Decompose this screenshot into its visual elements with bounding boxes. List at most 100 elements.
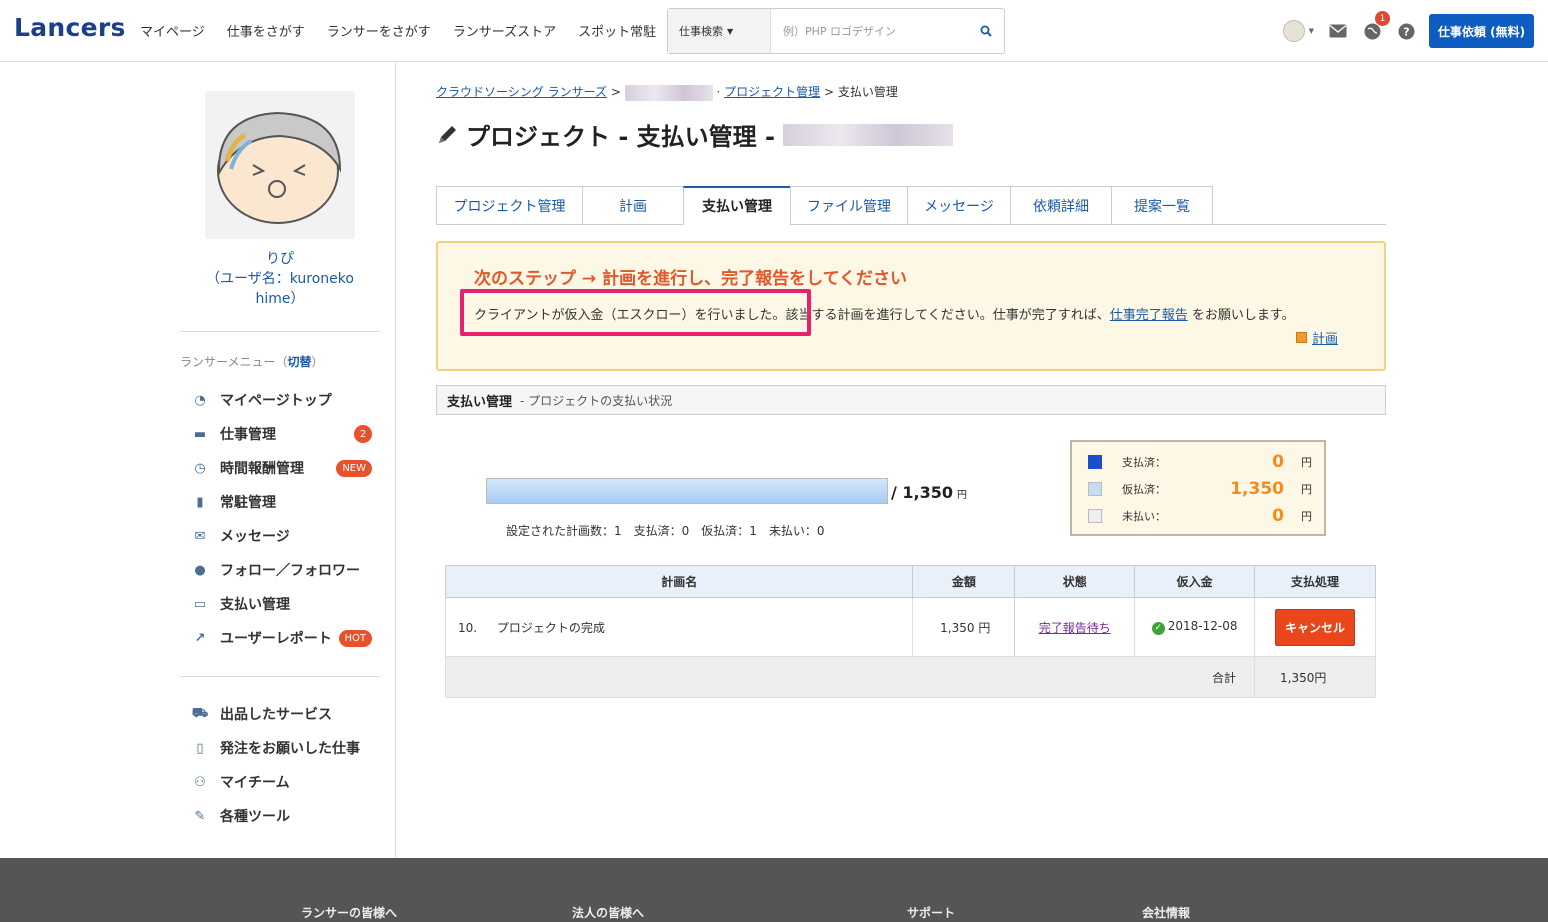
redacted-title <box>783 123 953 146</box>
plan-icon <box>1296 332 1307 343</box>
breadcrumb-root[interactable]: クラウドソーシング ランサーズ <box>436 85 607 99</box>
notification-button[interactable]: 1 <box>1362 11 1390 41</box>
file-icon: ▯ <box>196 740 204 756</box>
caret-down-icon: ▼ <box>727 26 734 36</box>
tab-messages[interactable]: メッセージ <box>907 186 1010 225</box>
menu-item-user-report[interactable]: ↗ ユーザーレポート HOT <box>190 621 380 655</box>
team-icon: ⚇ <box>194 774 206 790</box>
nav-mypage[interactable]: マイページ <box>140 21 205 40</box>
tab-proposals[interactable]: 提案一覧 <box>1111 186 1213 225</box>
nav-spot[interactable]: スポット常駐 <box>578 21 656 40</box>
payment-section-header: 支払い管理 - プロジェクトの支払い状況 <box>436 385 1386 415</box>
breadcrumb-sep: > <box>824 85 838 99</box>
menu-item-label: 出品したサービス <box>220 707 332 723</box>
section-title: 支払い管理 <box>447 394 513 410</box>
plan-link[interactable]: 計画 <box>1296 328 1338 347</box>
tab-plan[interactable]: 計画 <box>582 186 683 225</box>
status-cell: 完了報告待ち <box>1014 597 1136 657</box>
switch-link[interactable]: 切替 <box>288 355 312 369</box>
menu-item-label: マイページトップ <box>220 393 332 409</box>
menu-item-payment[interactable]: ▭ 支払い管理 <box>190 587 380 621</box>
menu-item-label: 仕事管理 <box>220 427 276 443</box>
tab-project-management[interactable]: プロジェクト管理 <box>436 186 582 225</box>
menu-item-services[interactable]: ⛟ 出品したサービス <box>190 697 380 731</box>
legend-unpaid: 未払い： 0 円 <box>1088 506 1312 526</box>
post-job-button[interactable]: 仕事依頼 (無料) <box>1429 14 1534 48</box>
search-button[interactable] <box>968 9 1004 53</box>
menu-item-hourly[interactable]: ◷ 時間報酬管理 NEW <box>190 451 380 485</box>
menu-item-label: フォロー／フォロワー <box>220 563 360 579</box>
cancel-button[interactable]: キャンセル <box>1275 608 1356 646</box>
divider <box>180 331 380 332</box>
completion-report-link[interactable]: 仕事完了報告 <box>1110 308 1188 323</box>
legend-swatch <box>1088 482 1102 496</box>
col-deposit: 仮入金 <box>1134 565 1256 598</box>
menu-item-resident[interactable]: ▮ 常駐管理 <box>190 485 380 519</box>
search-input[interactable] <box>771 9 968 53</box>
building-icon: ▮ <box>196 494 204 510</box>
footer: ランサーの皆様へ 法人の皆様へ サポート 会社情報 <box>0 858 1548 922</box>
lancer-menu-title: ランサーメニュー（切替） <box>180 353 324 370</box>
header-icons: ▼ 1 ? <box>1282 11 1416 42</box>
help-button[interactable]: ? <box>1396 21 1416 41</box>
svg-text:?: ? <box>1403 25 1409 38</box>
menu-item-tools[interactable]: ✎ 各種ツール <box>190 799 380 833</box>
account-menu[interactable]: ▼ <box>1282 20 1314 42</box>
action-cell: キャンセル <box>1254 597 1376 657</box>
avatar-illustration <box>217 111 342 224</box>
clock-icon: ◷ <box>194 460 206 476</box>
menu-item-label: マイチーム <box>220 775 290 791</box>
footer-support[interactable]: サポート <box>907 904 955 921</box>
menu-item-message[interactable]: ✉ メッセージ <box>190 519 380 553</box>
top-header: Lancers マイページ 仕事をさがす ランサーをさがす ランサーズストア ス… <box>0 0 1548 62</box>
total-row: 合計 1,350円 <box>444 656 1376 698</box>
nav-find-lancers[interactable]: ランサーをさがす <box>327 21 431 40</box>
payment-legend: 支払済： 0 円 仮払済： 1,350 円 未払い： 0 円 <box>1070 440 1326 536</box>
status-link[interactable]: 完了報告待ち <box>1039 621 1111 635</box>
payment-progress-bar <box>486 478 888 504</box>
profile-avatar[interactable] <box>205 91 355 239</box>
nav-find-jobs[interactable]: 仕事をさがす <box>227 21 305 40</box>
profile-info[interactable]: りぴ （ユーザ名：kuroneko hime） <box>180 249 380 309</box>
lancer-menu: ◔ マイページトップ ▬ 仕事管理 2 ◷ 時間報酬管理 NEW ▮ 常駐管理 ✉ メッセージ… <box>190 383 380 655</box>
legend-paid: 支払済： 0 円 <box>1088 452 1312 472</box>
divider <box>180 676 380 677</box>
mail-button[interactable] <box>1328 21 1348 41</box>
menu-item-label: 支払い管理 <box>220 597 290 613</box>
section-subtitle: - プロジェクトの支払い状況 <box>520 393 673 408</box>
avatar <box>1282 20 1305 42</box>
profile-name: りぴ <box>266 251 294 267</box>
tab-files[interactable]: ファイル管理 <box>790 186 907 225</box>
wrench-icon: ✎ <box>194 808 206 824</box>
menu-item-job-management[interactable]: ▬ 仕事管理 2 <box>190 417 380 451</box>
breadcrumb-sep: · <box>716 85 725 99</box>
footer-company[interactable]: 会社情報 <box>1142 904 1190 921</box>
page-title-text: プロジェクト - 支払い管理 - <box>466 123 775 151</box>
menu-item-mypage-top[interactable]: ◔ マイページトップ <box>190 383 380 417</box>
footer-corporate[interactable]: 法人の皆様へ <box>572 904 644 921</box>
nav-store[interactable]: ランサーズストア <box>453 21 556 40</box>
breadcrumb-current: 支払い管理 <box>837 85 898 99</box>
search-type-select[interactable]: 仕事検索 ▼ <box>668 9 771 53</box>
menu-item-follow[interactable]: ● フォロー／フォロワー <box>190 553 380 587</box>
card-icon: ▭ <box>193 596 207 612</box>
menu-item-ordered-jobs[interactable]: ▯ 発注をお願いした仕事 <box>190 731 380 765</box>
menu-item-label: 発注をお願いした仕事 <box>220 741 360 757</box>
check-icon: ✓ <box>1151 622 1165 635</box>
progress-unit: 円 <box>957 490 968 501</box>
menu-title-end: ） <box>311 355 324 369</box>
tab-payment[interactable]: 支払い管理 <box>683 186 790 225</box>
menu-item-my-team[interactable]: ⚇ マイチーム <box>190 765 380 799</box>
tab-request-details[interactable]: 依頼詳細 <box>1010 186 1111 225</box>
pen-icon <box>439 125 456 143</box>
legend-value: 0 <box>1272 452 1284 472</box>
breadcrumb-project[interactable]: プロジェクト管理 <box>724 85 820 99</box>
lancers-logo[interactable]: Lancers <box>14 13 126 42</box>
highlight-box <box>460 289 811 336</box>
hot-badge: HOT <box>338 629 372 647</box>
footer-lancers[interactable]: ランサーの皆様へ <box>301 904 397 921</box>
search-type-label: 仕事検索 <box>679 25 723 38</box>
col-action: 支払処理 <box>1254 565 1376 598</box>
next-step-notice: 次のステップ → 計画を進行し、完了報告をしてください クライアントが仮入金（エ… <box>436 241 1386 371</box>
total-value: 1,350円 <box>1254 656 1376 698</box>
